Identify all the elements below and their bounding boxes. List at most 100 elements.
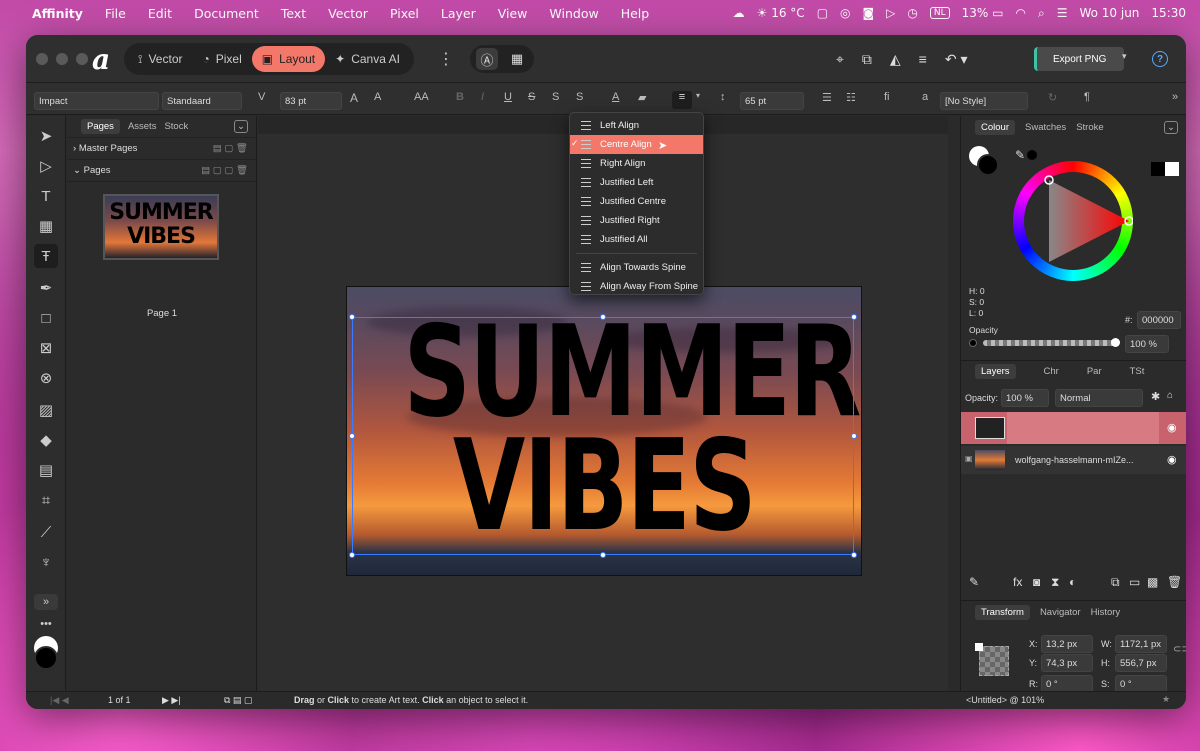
font-family-field[interactable]: Impact: [34, 92, 159, 110]
more-tools-icon[interactable]: »: [34, 594, 58, 610]
persona-canva-ai[interactable]: ✦ Canva AI: [325, 46, 410, 72]
layer-row-art-text[interactable]: ◉: [961, 412, 1186, 444]
export-button[interactable]: Export PNG: [1034, 47, 1124, 71]
glyph-icon[interactable]: a: [922, 91, 928, 103]
pages-row[interactable]: ⌄ Pages ▤ ▢ ▢ 🗑: [67, 160, 256, 182]
art-text-tool-icon[interactable]: Ŧ: [34, 244, 58, 268]
date[interactable]: Wo 10 jun: [1079, 6, 1139, 20]
handle[interactable]: [851, 552, 857, 558]
fill-swatch[interactable]: [34, 646, 58, 670]
handle[interactable]: [349, 433, 355, 439]
grid-icon[interactable]: ▦: [506, 48, 528, 70]
bold-icon[interactable]: B: [456, 91, 464, 103]
handle[interactable]: [600, 552, 606, 558]
text-colour-icon[interactable]: A: [612, 91, 619, 103]
dots-icon[interactable]: •••: [34, 612, 58, 636]
menu-justified-all[interactable]: Justified All: [570, 230, 703, 249]
handle[interactable]: [851, 433, 857, 439]
menu-file[interactable]: File: [105, 6, 126, 21]
white-swatch[interactable]: [1165, 162, 1179, 176]
menu-window[interactable]: Window: [549, 6, 598, 21]
sync-icon[interactable]: ◎: [840, 6, 850, 20]
star-icon[interactable]: ★: [1162, 694, 1170, 705]
alignment-chevron-icon[interactable]: ▾: [696, 91, 700, 100]
flip-icon[interactable]: ◭: [890, 51, 901, 68]
help-icon[interactable]: ?: [1152, 51, 1168, 67]
menu-view[interactable]: View: [498, 6, 528, 21]
selection-box[interactable]: [349, 314, 857, 558]
tab-character[interactable]: Chr: [1044, 366, 1059, 377]
fill-tool-icon[interactable]: ◆: [34, 428, 58, 452]
tab-assets[interactable]: Assets: [128, 121, 157, 132]
leading-icon[interactable]: ↕: [720, 91, 726, 103]
node-tool-icon[interactable]: ▷: [34, 154, 58, 178]
minimize-button[interactable]: [56, 53, 68, 65]
transform-icon[interactable]: ↶ ▾: [945, 51, 968, 68]
highlight-icon[interactable]: ▰: [638, 91, 646, 104]
checker-icon[interactable]: ▩: [1147, 575, 1158, 589]
mask-icon[interactable]: ◙: [1033, 575, 1040, 589]
time[interactable]: 15:30: [1151, 6, 1186, 20]
pen-tool-icon[interactable]: ✒: [34, 276, 58, 300]
superscript-icon[interactable]: S: [552, 91, 559, 103]
ligature-icon[interactable]: fi: [884, 91, 890, 103]
trash-icon[interactable]: 🗑: [1167, 575, 1182, 589]
menu-document[interactable]: Document: [194, 6, 259, 21]
pilcrow-icon[interactable]: ¶: [1084, 91, 1090, 103]
handle[interactable]: [349, 552, 355, 558]
eye-icon[interactable]: ◉: [1167, 421, 1177, 434]
settings-icon[interactable]: ✱: [1151, 390, 1160, 403]
export-chevron-icon[interactable]: ▾: [1122, 51, 1127, 62]
picker-tool-icon[interactable]: ⟋: [34, 520, 58, 544]
tab-stroke[interactable]: Stroke: [1076, 122, 1103, 133]
black-swatch[interactable]: [1151, 162, 1165, 176]
bullets-icon[interactable]: ☰: [822, 91, 832, 104]
opacity-slider[interactable]: [983, 340, 1119, 346]
expand-icon[interactable]: »: [1172, 91, 1178, 103]
input-source[interactable]: NL: [929, 7, 950, 19]
close-button[interactable]: [36, 53, 48, 65]
menu-align-towards-spine[interactable]: Align Towards Spine: [570, 258, 703, 277]
opacity-field[interactable]: 100 %: [1125, 335, 1169, 353]
lock-icon[interactable]: ⌂: [1167, 390, 1173, 401]
picture-frame-icon[interactable]: ⊠: [34, 336, 58, 360]
layer-opacity-field[interactable]: 100 %: [1001, 389, 1049, 407]
font-style-field[interactable]: Standaard: [162, 92, 242, 110]
leading-field[interactable]: 65 pt: [740, 92, 804, 110]
caps-icon[interactable]: AA: [414, 91, 429, 103]
menu-text[interactable]: Text: [281, 6, 306, 21]
tab-transform[interactable]: Transform: [975, 604, 1030, 620]
menu-justified-right[interactable]: Justified Right: [570, 211, 703, 230]
fill-colour[interactable]: [977, 154, 999, 176]
crop-tool-icon[interactable]: ⌗: [34, 488, 58, 512]
page-indicator[interactable]: 1 of 1: [108, 695, 131, 705]
persona-layout[interactable]: ▣ Layout: [251, 46, 326, 72]
kerning-icon[interactable]: V: [258, 91, 265, 103]
panel-menu-icon[interactable]: ⌄: [1164, 120, 1178, 134]
underline-icon[interactable]: U: [504, 91, 512, 103]
search-icon[interactable]: ⌕: [1038, 6, 1045, 21]
group-icon[interactable]: ▭: [1129, 575, 1140, 589]
subscript-icon[interactable]: S: [576, 91, 583, 103]
menu-justified-left[interactable]: Justified Left: [570, 173, 703, 192]
strikethrough-icon[interactable]: S: [528, 91, 535, 103]
menu-layer[interactable]: Layer: [441, 6, 476, 21]
menu-app[interactable]: Affinity: [32, 6, 83, 21]
view-icons[interactable]: ⧉ ▤ ▢: [224, 695, 252, 706]
opacity-knob[interactable]: [1111, 338, 1120, 347]
text-frame-icon[interactable]: Ⓐ: [476, 48, 498, 70]
adjust-icon[interactable]: ⧗: [1051, 575, 1059, 590]
menu-justified-centre[interactable]: Justified Centre: [570, 192, 703, 211]
layer-name-edit[interactable]: [1007, 412, 1159, 444]
blend-mode-field[interactable]: Normal: [1055, 389, 1143, 407]
refresh-icon[interactable]: ↻: [1048, 91, 1057, 104]
control-icon[interactable]: ▢: [817, 6, 828, 20]
font-size-field[interactable]: 83 pt: [280, 92, 342, 110]
next-page-icon[interactable]: ▶ ▶|: [162, 695, 181, 706]
eye-icon[interactable]: ◉: [1167, 453, 1177, 466]
tab-swatches[interactable]: Swatches: [1025, 122, 1066, 133]
zoom-button[interactable]: [76, 53, 88, 65]
menu-edit[interactable]: Edit: [148, 6, 172, 21]
hex-field[interactable]: 000000: [1137, 311, 1181, 329]
image-tool-icon[interactable]: ▨: [34, 398, 58, 422]
